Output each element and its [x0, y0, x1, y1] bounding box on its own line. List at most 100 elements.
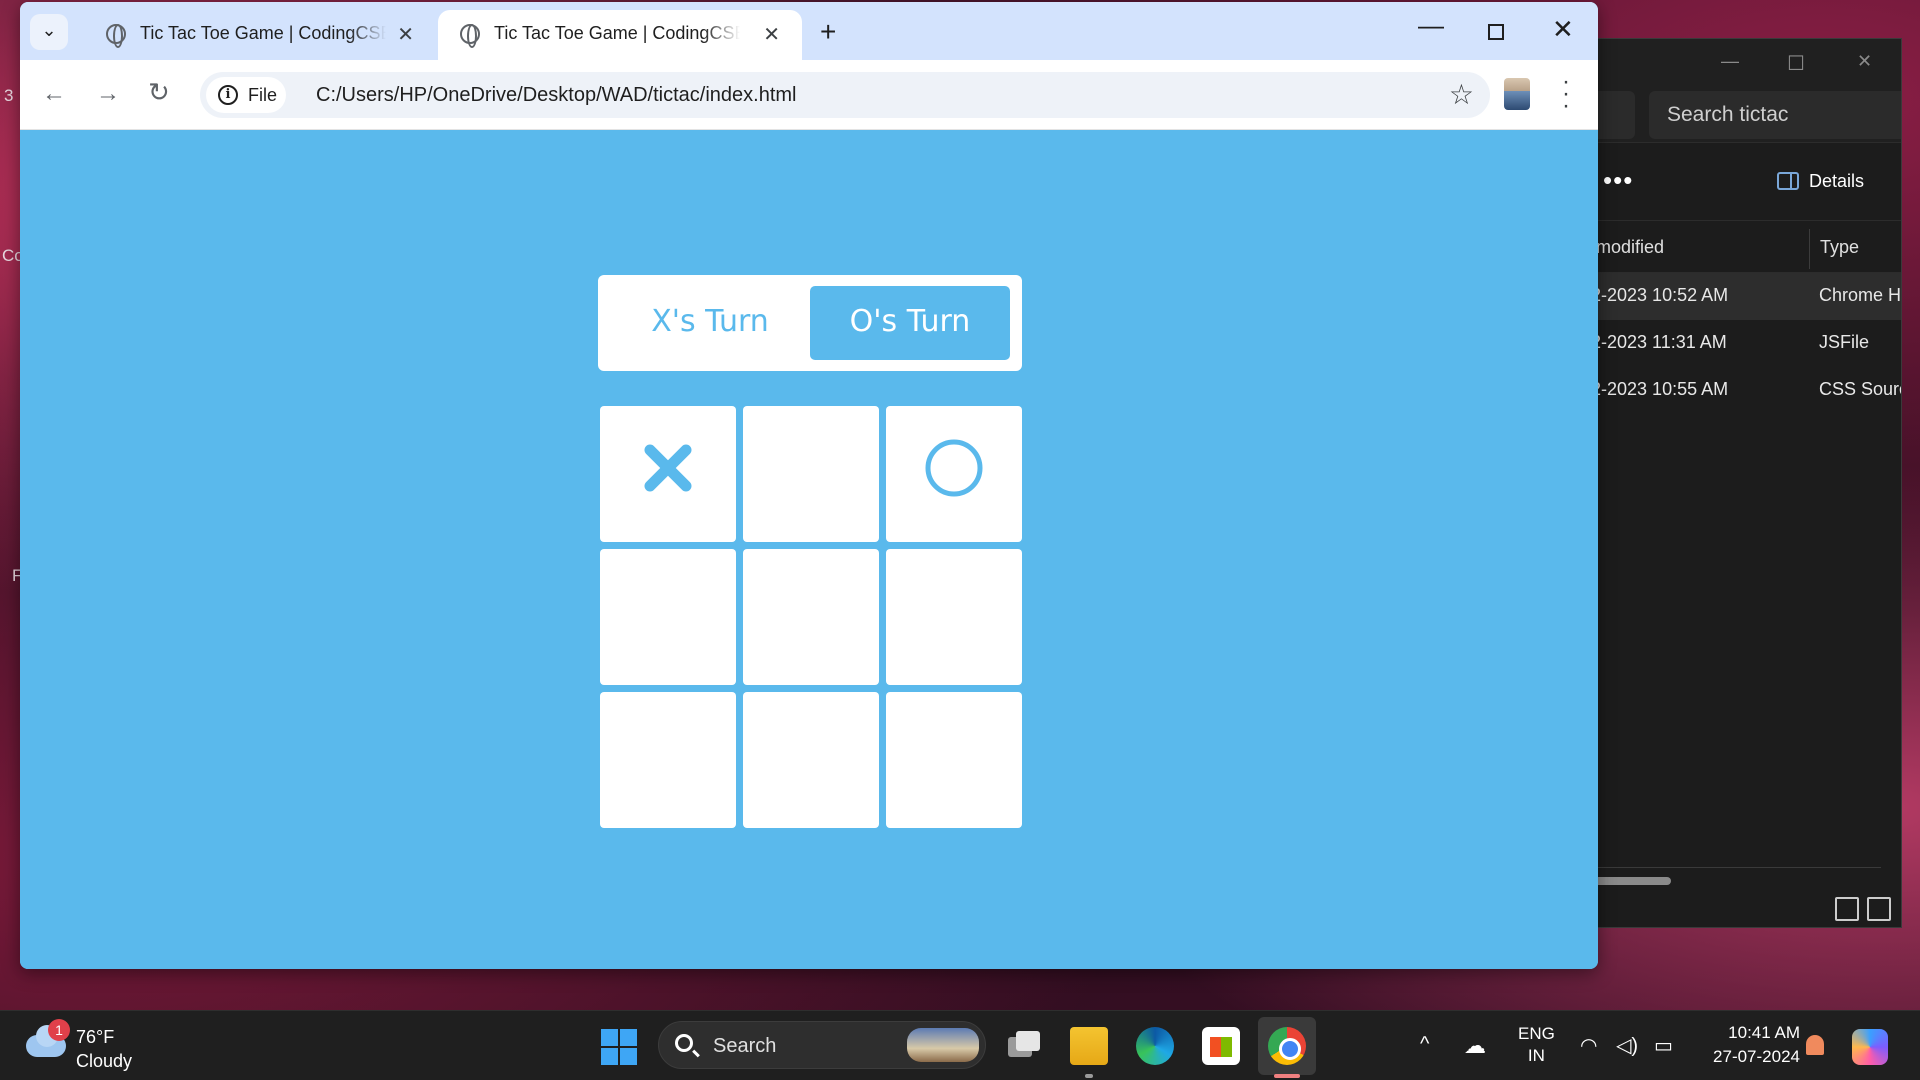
- file-row[interactable]: 12-2023 10:52 AM Chrome HT: [1581, 273, 1901, 320]
- language-code: ENG: [1518, 1024, 1555, 1043]
- new-tab-icon[interactable]: +: [820, 16, 836, 48]
- volume-icon[interactable]: ◁): [1616, 1033, 1638, 1058]
- browser-toolbar: ← → ↻ i File C:/Users/HP/OneDrive/Deskto…: [20, 60, 1598, 130]
- board-cell[interactable]: [743, 549, 879, 685]
- site-info-button[interactable]: i File: [206, 77, 286, 113]
- board-cell[interactable]: [743, 692, 879, 828]
- bookmark-star-icon[interactable]: ☆: [1449, 78, 1474, 111]
- tab-strip: ⌄ Tic Tac Toe Game | CodingCSE-/ ✕ Tic T…: [20, 2, 1598, 60]
- command-bar: ••• Details: [1581, 143, 1901, 221]
- explorer-titlebar[interactable]: — ☐ ✕: [1581, 39, 1901, 83]
- reload-icon[interactable]: ↻: [148, 77, 170, 108]
- board-cell[interactable]: [886, 406, 1022, 542]
- language-indicator[interactable]: ENG IN: [1518, 1023, 1555, 1067]
- more-menu-icon[interactable]: · · ·: [1560, 70, 1572, 118]
- active-indicator: [1274, 1074, 1300, 1078]
- details-button[interactable]: Details: [1777, 171, 1864, 192]
- board-cell[interactable]: [743, 406, 879, 542]
- weather-condition: Cloudy: [76, 1051, 133, 1071]
- more-options-icon[interactable]: •••: [1603, 165, 1633, 196]
- forward-arrow-icon[interactable]: →: [96, 80, 120, 108]
- globe-icon: [106, 24, 126, 48]
- url-text[interactable]: C:/Users/HP/OneDrive/Desktop/WAD/tictac/…: [316, 84, 797, 107]
- file-modified: 12-2023 10:52 AM: [1581, 285, 1729, 305]
- game-board: [600, 406, 1022, 828]
- file-explorer-icon[interactable]: [1070, 1027, 1108, 1065]
- close-tab-icon[interactable]: ✕: [397, 22, 414, 47]
- file-type: CSS Source: [1819, 379, 1901, 399]
- x-mark-icon: [644, 444, 692, 492]
- file-modified: 12-2023 11:31 AM: [1581, 332, 1727, 352]
- taskbar: 1 76°F Cloudy Search ^ ☁ ENG IN ◠ ◁) ▭ 1…: [0, 1010, 1920, 1080]
- notification-badge: 1: [48, 1019, 70, 1041]
- site-info-label: File: [248, 85, 278, 105]
- tab-tic-tac-toe-active[interactable]: Tic Tac Toe Game | CodingCSE-/ ✕: [438, 10, 802, 60]
- notification-bell-icon[interactable]: [1806, 1035, 1824, 1055]
- address-bar[interactable]: i File C:/Users/HP/OneDrive/Desktop/WAD/…: [200, 72, 1490, 118]
- globe-icon: [460, 24, 480, 48]
- chrome-icon[interactable]: [1268, 1027, 1306, 1065]
- microsoft-store-icon[interactable]: [1202, 1027, 1240, 1065]
- info-icon: i: [218, 85, 238, 105]
- date: 27-07-2024: [1713, 1047, 1800, 1066]
- taskbar-search[interactable]: Search: [658, 1021, 986, 1069]
- back-arrow-icon[interactable]: ←: [42, 80, 66, 108]
- board-cell[interactable]: [600, 549, 736, 685]
- close-icon[interactable]: ✕: [1857, 51, 1872, 72]
- running-indicator: [1085, 1074, 1093, 1078]
- tiles-view-icon[interactable]: [1867, 897, 1891, 921]
- file-explorer-window[interactable]: — ☐ ✕ Search tictac ••• Details e modifi…: [1580, 38, 1902, 928]
- windows-start-icon[interactable]: [601, 1029, 637, 1065]
- details-label: Details: [1809, 171, 1865, 191]
- file-type: Chrome HT: [1819, 285, 1902, 305]
- maximize-icon[interactable]: [1488, 24, 1504, 40]
- profile-avatar[interactable]: [1504, 78, 1530, 110]
- chevron-up-icon[interactable]: ^: [1420, 1033, 1429, 1056]
- file-type: JSFile: [1819, 332, 1870, 352]
- search-icon: [675, 1034, 693, 1052]
- close-tab-icon[interactable]: ✕: [763, 22, 780, 47]
- page-viewport: X's Turn O's Turn: [20, 131, 1598, 969]
- search-label: Search: [713, 1035, 777, 1057]
- board-cell[interactable]: [886, 549, 1022, 685]
- details-pane-icon: [1777, 172, 1799, 190]
- time: 10:41 AM: [1728, 1023, 1800, 1042]
- turn-indicator: X's Turn O's Turn: [598, 275, 1022, 371]
- copilot-icon[interactable]: [1852, 1029, 1888, 1065]
- column-header: e modified Type: [1581, 221, 1901, 273]
- board-cell[interactable]: [600, 692, 736, 828]
- tab-title: Tic Tac Toe Game | CodingCSE-/: [494, 23, 740, 43]
- o-turn-label: O's Turn: [810, 286, 1010, 360]
- weather-temperature: 76°F: [76, 1027, 115, 1047]
- clock[interactable]: 10:41 AM 27-07-2024: [1700, 1021, 1800, 1069]
- edge-icon[interactable]: [1136, 1027, 1174, 1065]
- close-icon[interactable]: ✕: [1552, 14, 1574, 45]
- tab-tic-tac-toe[interactable]: Tic Tac Toe Game | CodingCSE-/ ✕: [84, 10, 436, 60]
- task-view-icon[interactable]: [1004, 1027, 1042, 1065]
- board-cell[interactable]: [886, 692, 1022, 828]
- search-highlight-image: [907, 1028, 979, 1062]
- chrome-window: ⌄ Tic Tac Toe Game | CodingCSE-/ ✕ Tic T…: [20, 2, 1598, 969]
- minimize-icon[interactable]: —: [1721, 51, 1739, 72]
- file-row[interactable]: 12-2023 11:31 AM JSFile: [1581, 320, 1901, 367]
- minimize-icon[interactable]: —: [1418, 10, 1444, 41]
- board-cell[interactable]: [600, 406, 736, 542]
- explorer-toolbar: Search tictac: [1581, 83, 1901, 143]
- file-modified: 12-2023 10:55 AM: [1581, 379, 1729, 399]
- maximize-icon[interactable]: ☐: [1787, 51, 1805, 76]
- details-view-icon[interactable]: [1835, 897, 1859, 921]
- chevron-down-icon: ⌄: [41, 20, 57, 40]
- x-turn-label: X's Turn: [610, 286, 810, 360]
- divider: [1581, 867, 1881, 868]
- desktop-icon-label[interactable]: 3: [4, 86, 13, 106]
- o-mark-icon: [925, 439, 983, 497]
- search-input[interactable]: Search tictac: [1649, 91, 1901, 139]
- file-row[interactable]: 12-2023 10:55 AM CSS Source: [1581, 367, 1901, 414]
- tab-title: Tic Tac Toe Game | CodingCSE-/: [140, 23, 386, 43]
- onedrive-cloud-icon[interactable]: ☁: [1464, 1033, 1486, 1059]
- wifi-icon[interactable]: ◠: [1580, 1033, 1597, 1058]
- tab-search-button[interactable]: ⌄: [30, 14, 68, 50]
- region-code: IN: [1527, 1046, 1545, 1065]
- column-type[interactable]: Type: [1809, 229, 1859, 269]
- battery-icon[interactable]: ▭: [1654, 1033, 1673, 1058]
